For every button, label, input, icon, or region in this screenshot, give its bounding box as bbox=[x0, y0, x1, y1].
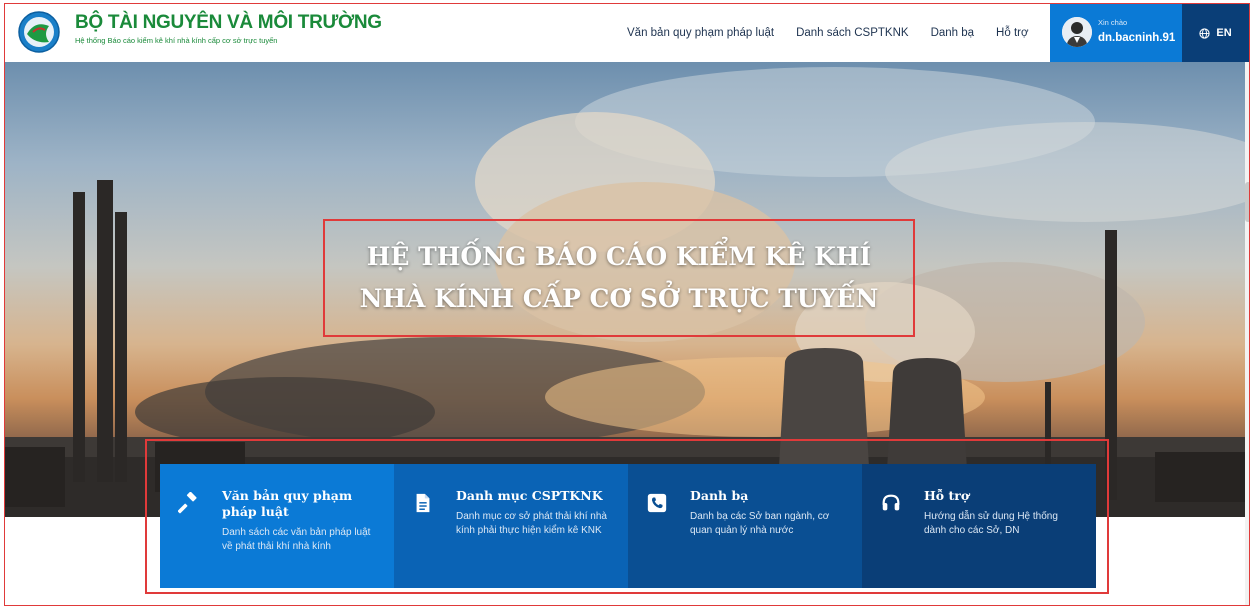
card-title: Danh bạ bbox=[690, 488, 749, 503]
card-title: Danh mục CSPTKNK bbox=[456, 488, 603, 503]
brand[interactable]: BỘ TÀI NGUYÊN VÀ MÔI TRƯỜNG Hệ thống Báo… bbox=[75, 12, 382, 45]
ministry-logo[interactable] bbox=[15, 10, 67, 54]
hero-title-box: HỆ THỐNG BÁO CÁO KIỂM KÊ KHÍ NHÀ KÍNH CẤ… bbox=[323, 219, 915, 337]
card-support[interactable]: Hỗ trợ Hướng dẫn sử dụng Hệ thống dành c… bbox=[862, 464, 1096, 588]
brand-subtitle: Hệ thống Báo cáo kiểm kê khí nhà kính cấ… bbox=[75, 36, 278, 45]
card-description: Hướng dẫn sử dụng Hệ thống dành cho các … bbox=[924, 511, 1058, 536]
card-legal-documents[interactable]: Văn bản quy phạm pháp luật Danh sách các… bbox=[160, 464, 394, 588]
main-nav: Văn bản quy phạm pháp luật Danh sách CSP… bbox=[627, 4, 1051, 62]
language-label: EN bbox=[1216, 27, 1232, 39]
avatar bbox=[1062, 17, 1092, 47]
quick-links: Văn bản quy phạm pháp luật Danh sách các… bbox=[160, 464, 1096, 588]
card-description: Danh bạ các Sở ban ngành, cơ quan quản l… bbox=[690, 511, 830, 536]
hero-title: HỆ THỐNG BÁO CÁO KIỂM KÊ KHÍ NHÀ KÍNH CẤ… bbox=[359, 242, 879, 313]
card-description: Danh mục cơ sở phát thải khí nhà kính ph… bbox=[456, 511, 607, 536]
nav-item-directory[interactable]: Danh bạ bbox=[931, 27, 974, 39]
page-scrollbar[interactable] bbox=[1245, 62, 1249, 605]
page-frame: BỘ TÀI NGUYÊN VÀ MÔI TRƯỜNG Hệ thống Báo… bbox=[4, 3, 1250, 606]
gavel-icon bbox=[178, 492, 197, 514]
user-menu[interactable]: Xin chào dn.bacninh.91 bbox=[1050, 4, 1182, 62]
nav-item-legal-documents[interactable]: Văn bản quy phạm pháp luật bbox=[627, 27, 774, 39]
brand-title: BỘ TÀI NGUYÊN VÀ MÔI TRƯỜNG bbox=[75, 12, 382, 33]
phone-icon bbox=[647, 493, 667, 513]
card-facility-list[interactable]: Danh mục CSPTKNK Danh mục cơ sở phát thả… bbox=[394, 464, 628, 588]
scrollbar-thumb[interactable] bbox=[1245, 182, 1249, 222]
user-greeting: Xin chào bbox=[1098, 18, 1128, 27]
document-icon bbox=[416, 493, 430, 513]
language-switch[interactable]: EN bbox=[1182, 4, 1249, 62]
site-header: BỘ TÀI NGUYÊN VÀ MÔI TRƯỜNG Hệ thống Báo… bbox=[5, 4, 1249, 62]
headset-icon bbox=[882, 494, 900, 511]
card-title: Văn bản quy phạm pháp luật bbox=[222, 488, 353, 519]
user-name: dn.bacninh.91 bbox=[1098, 32, 1176, 44]
nav-item-facility-list[interactable]: Danh sách CSPTKNK bbox=[796, 27, 909, 39]
card-directory[interactable]: Danh bạ Danh bạ các Sở ban ngành, cơ qua… bbox=[628, 464, 862, 588]
user-avatar-icon bbox=[1062, 17, 1092, 47]
card-title: Hỗ trợ bbox=[924, 488, 970, 503]
card-description: Danh sách các văn bản pháp luật về phát … bbox=[222, 527, 371, 552]
globe-icon bbox=[1199, 27, 1210, 39]
nav-item-support[interactable]: Hỗ trợ bbox=[996, 27, 1028, 39]
